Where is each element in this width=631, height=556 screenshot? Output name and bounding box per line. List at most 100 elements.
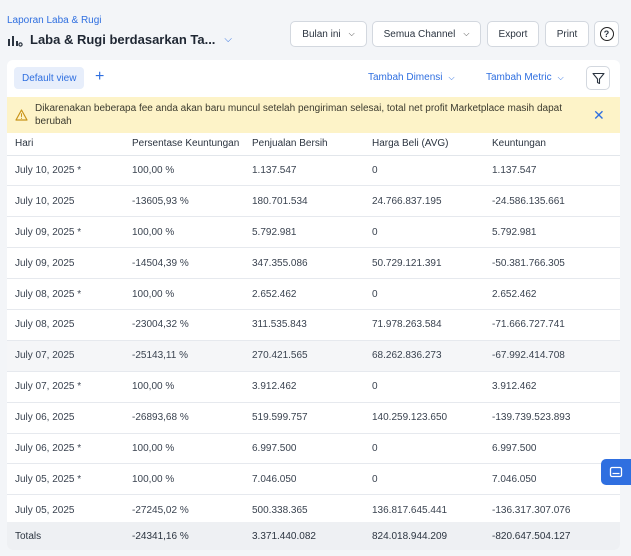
- table-cell: 100,00 %: [124, 278, 244, 310]
- help-button[interactable]: ?: [594, 21, 619, 47]
- table-cell: -67.992.414.708: [484, 340, 620, 372]
- chevron-down-icon: ⌵: [348, 29, 355, 38]
- table-cell: 519.599.757: [244, 402, 364, 434]
- report-selector[interactable]: Laba & Rugi berdasarkan Ta... ⌵: [7, 32, 232, 47]
- export-button[interactable]: Export: [487, 21, 539, 47]
- help-icon: ?: [599, 27, 614, 41]
- table-cell: 0: [364, 216, 484, 249]
- add-metric-dropdown[interactable]: Tambah Metric ⌵: [486, 72, 564, 83]
- table-cell: -23004,32 %: [124, 309, 244, 341]
- table-cell: 2.652.462: [244, 278, 364, 310]
- add-metric-label: Tambah Metric: [486, 72, 552, 83]
- table-cell: 7.046.050: [244, 463, 364, 496]
- table-cell: 140.259.123.650: [364, 402, 484, 434]
- table-header-row: Hari Persentase Keuntungan Penjualan Ber…: [7, 133, 620, 156]
- page-title: Laba & Rugi berdasarkan Ta...: [30, 32, 216, 47]
- table-cell: -26893,68 %: [124, 402, 244, 434]
- table-cell: 0: [364, 155, 484, 187]
- table-cell: July 08, 2025: [7, 309, 124, 341]
- table-cell: 5.792.981: [484, 216, 620, 249]
- close-icon[interactable]: ✕: [593, 107, 605, 124]
- table-cell: 6.997.500: [484, 433, 620, 465]
- column-header[interactable]: Hari: [7, 133, 124, 156]
- table-row: July 09, 2025 * 100,00 % 5.792.981 0 5.792.9…: [7, 216, 620, 249]
- breadcrumb[interactable]: Laporan Laba & Rugi: [7, 15, 102, 26]
- warning-text: Dikarenakan beberapa fee anda akan baru …: [35, 103, 562, 127]
- table-cell: -24.586.135.661: [484, 185, 620, 218]
- table-cell: -139.739.523.893: [484, 402, 620, 434]
- table-cell: 180.701.534: [244, 185, 364, 218]
- table-row: July 10, 2025 * 100,00 % 1.137.547 0 1.137.5…: [7, 155, 620, 187]
- chat-button[interactable]: [601, 459, 631, 485]
- table-row: July 08, 2025 -23004,32 % 311.535.843 71.97…: [7, 309, 620, 341]
- table-cell: 0: [364, 278, 484, 310]
- view-bar: Default view + Tambah Dimensi ⌵ Tambah M…: [7, 60, 620, 96]
- period-dropdown[interactable]: Bulan ini ⌵: [290, 21, 367, 47]
- add-dimension-label: Tambah Dimensi: [368, 72, 443, 83]
- table-cell: 1.137.547: [244, 155, 364, 187]
- table-row: July 06, 2025 * 100,00 % 6.997.500 0 6.997.5…: [7, 433, 620, 465]
- table-cell: July 09, 2025: [7, 247, 124, 280]
- table-cell: July 10, 2025: [7, 185, 124, 218]
- chevron-down-icon: ⌵: [557, 72, 564, 82]
- column-header[interactable]: Persentase Keuntungan: [124, 133, 244, 156]
- table-cell: -71.666.727.741: [484, 309, 620, 341]
- table-cell: 68.262.836.273: [364, 340, 484, 372]
- warning-icon: [15, 109, 28, 121]
- add-dimension-dropdown[interactable]: Tambah Dimensi ⌵: [368, 72, 455, 83]
- totals-avg-cost: 824.018.944.209: [372, 531, 448, 542]
- profit-loss-table: Hari Persentase Keuntungan Penjualan Ber…: [7, 133, 620, 527]
- table-cell: -14504,39 %: [124, 247, 244, 280]
- table-row: July 07, 2025 * 100,00 % 3.912.462 0 3.912.4…: [7, 371, 620, 403]
- column-header[interactable]: Penjualan Bersih: [244, 133, 364, 156]
- table-cell: 100,00 %: [124, 155, 244, 187]
- table-cell: 1.137.547: [484, 155, 620, 187]
- table-cell: July 07, 2025: [7, 340, 124, 372]
- tab-default-view[interactable]: Default view: [14, 67, 85, 89]
- table-cell: July 10, 2025 *: [7, 155, 124, 187]
- table-cell: 100,00 %: [124, 433, 244, 465]
- table-row: July 05, 2025 * 100,00 % 7.046.050 0 7.046.0…: [7, 463, 620, 496]
- column-header[interactable]: Keuntungan: [484, 133, 620, 156]
- table-cell: 0: [364, 463, 484, 496]
- table-row: July 10, 2025 -13605,93 % 180.701.534 24.76…: [7, 185, 620, 218]
- column-header[interactable]: Harga Beli (AVG): [364, 133, 484, 156]
- totals-row: Totals -24341,16 % 3.371.440.082 824.018…: [7, 522, 620, 550]
- table-cell: 24.766.837.195: [364, 185, 484, 218]
- table-cell: July 05, 2025 *: [7, 463, 124, 496]
- chevron-down-icon: ⌵: [224, 34, 233, 45]
- table-cell: 7.046.050: [484, 463, 620, 496]
- chevron-down-icon: ⌵: [448, 72, 455, 82]
- period-label: Bulan ini: [302, 28, 341, 40]
- warning-banner: Dikarenakan beberapa fee anda akan baru …: [7, 97, 620, 133]
- chevron-down-icon: ⌵: [463, 29, 470, 38]
- filter-button[interactable]: [586, 66, 610, 90]
- plus-icon[interactable]: +: [95, 67, 104, 87]
- table-cell: 100,00 %: [124, 216, 244, 249]
- report-card: Default view + Tambah Dimensi ⌵ Tambah M…: [7, 60, 620, 550]
- table-row: July 08, 2025 * 100,00 % 2.652.462 0 2.652.4…: [7, 278, 620, 310]
- print-button[interactable]: Print: [545, 21, 589, 47]
- table-cell: -25143,11 %: [124, 340, 244, 372]
- channel-dropdown[interactable]: Semua Channel ⌵: [372, 21, 481, 47]
- table-cell: 0: [364, 371, 484, 403]
- table-cell: -50.381.766.305: [484, 247, 620, 280]
- table-cell: July 07, 2025 *: [7, 371, 124, 403]
- table-cell: July 06, 2025 *: [7, 433, 124, 465]
- table-cell: 311.535.843: [244, 309, 364, 341]
- table-cell: 71.978.263.584: [364, 309, 484, 341]
- table-cell: 6.997.500: [244, 433, 364, 465]
- chart-icon: [8, 35, 23, 47]
- table-cell: July 09, 2025 *: [7, 216, 124, 249]
- table-row: July 06, 2025 -26893,68 % 519.599.757 140.2…: [7, 402, 620, 434]
- totals-label: Totals: [15, 531, 42, 542]
- chat-icon: [609, 466, 623, 477]
- filter-icon: [591, 72, 605, 84]
- table-cell: July 08, 2025 *: [7, 278, 124, 310]
- table-cell: -13605,93 %: [124, 185, 244, 218]
- table-cell: 100,00 %: [124, 371, 244, 403]
- table-row: July 09, 2025 -14504,39 % 347.355.086 50.72…: [7, 247, 620, 280]
- table-row: July 07, 2025 -25143,11 % 270.421.565 68.26…: [7, 340, 620, 372]
- channel-label: Semua Channel: [383, 28, 456, 40]
- table-cell: July 06, 2025: [7, 402, 124, 434]
